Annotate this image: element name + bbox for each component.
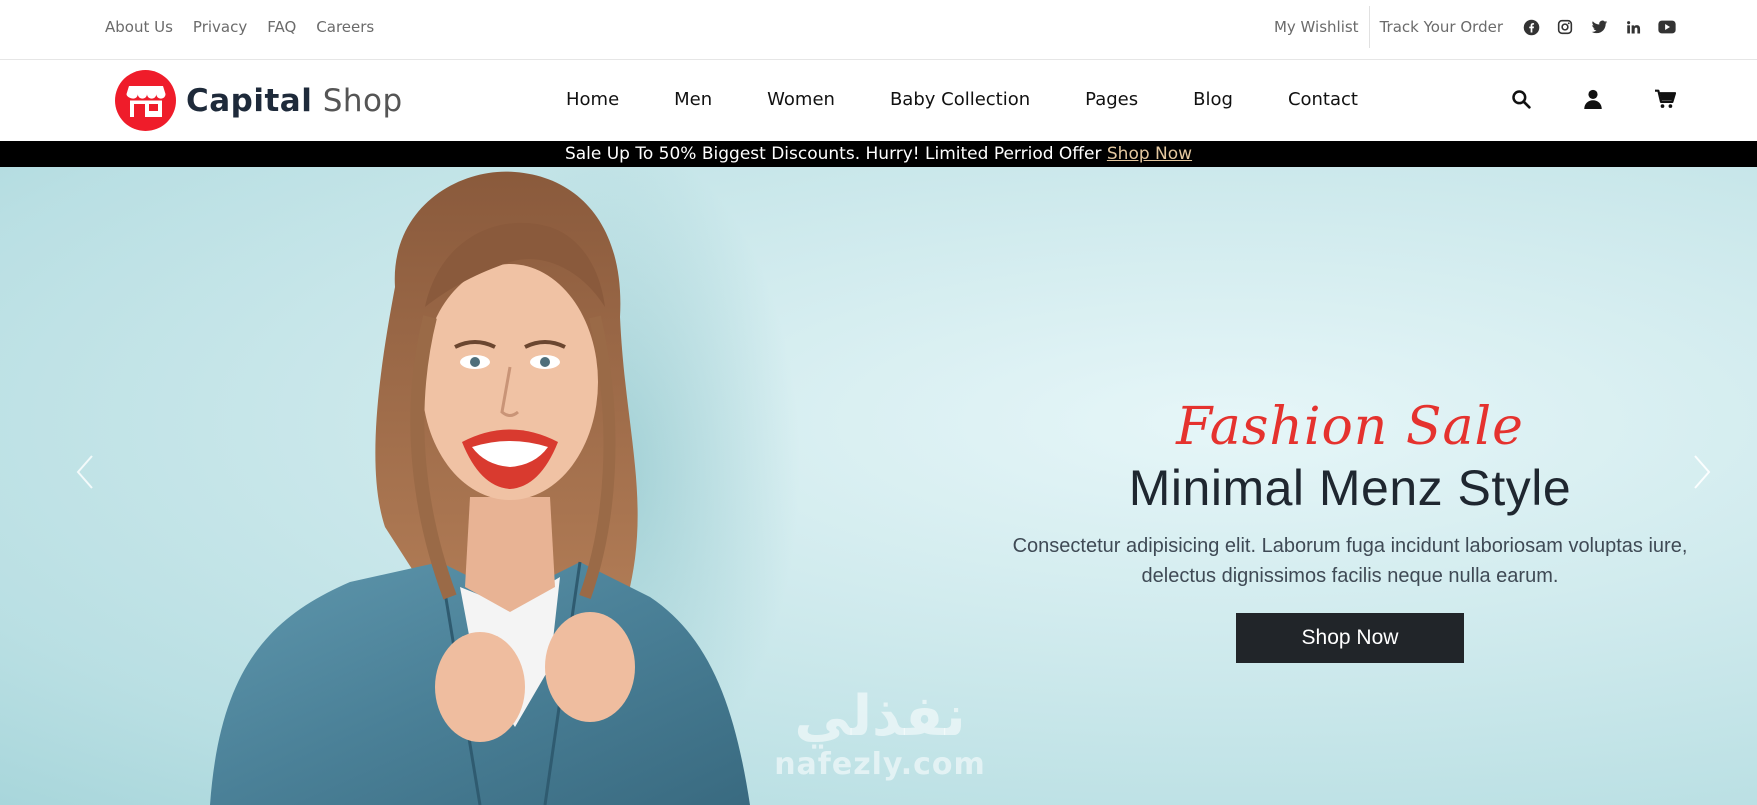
nav-baby-collection[interactable]: Baby Collection [890, 89, 1030, 110]
hero-description: Consectetur adipisicing elit. Laborum fu… [1012, 535, 1688, 587]
top-right: My Wishlist Track Your Order [1264, 6, 1677, 48]
watermark-arabic: نفذلي [794, 684, 966, 749]
nav-home[interactable]: Home [566, 89, 619, 110]
linkedin-icon[interactable] [1623, 17, 1643, 37]
watermark: نفذلي nafezly.com [770, 684, 990, 783]
faq-link[interactable]: FAQ [267, 18, 296, 36]
nav-pages[interactable]: Pages [1085, 89, 1138, 110]
facebook-icon[interactable] [1521, 17, 1541, 37]
youtube-icon[interactable] [1657, 17, 1677, 37]
nav-blog[interactable]: Blog [1193, 89, 1233, 110]
top-bar: About Us Privacy FAQ Careers My Wishlist… [0, 0, 1757, 60]
store-icon [115, 70, 176, 131]
hero-shop-now-button[interactable]: Shop Now [1236, 613, 1464, 663]
about-us-link[interactable]: About Us [105, 18, 173, 36]
privacy-link[interactable]: Privacy [193, 18, 247, 36]
wishlist-link[interactable]: My Wishlist [1264, 18, 1369, 36]
search-icon[interactable] [1509, 87, 1533, 111]
promo-text: Sale Up To 50% Biggest Discounts. Hurry!… [564, 144, 1102, 164]
watermark-english: nafezly.com [774, 747, 986, 782]
brand-bold: Capital [186, 82, 313, 119]
brand-light: Shop [322, 82, 403, 119]
model-photo [210, 167, 800, 805]
header-icons [1509, 87, 1677, 111]
site-logo[interactable]: Capital Shop [115, 70, 403, 131]
nav-women[interactable]: Women [767, 89, 835, 110]
social-links [1521, 17, 1677, 37]
main-header: Capital Shop Home Men Women Baby Collect… [0, 61, 1757, 141]
hero-script-title: Fashion Sale [1176, 397, 1524, 457]
user-icon[interactable] [1581, 87, 1605, 111]
track-order-link[interactable]: Track Your Order [1370, 18, 1513, 36]
promo-shop-now-link[interactable]: Shop Now [1107, 144, 1192, 164]
promo-banner: Sale Up To 50% Biggest Discounts. Hurry!… [0, 141, 1757, 167]
cart-icon[interactable] [1653, 87, 1677, 111]
nav-men[interactable]: Men [674, 89, 712, 110]
twitter-icon[interactable] [1589, 17, 1609, 37]
nav-contact[interactable]: Contact [1288, 89, 1358, 110]
prev-slide-arrow[interactable] [70, 452, 100, 492]
top-links: About Us Privacy FAQ Careers [105, 18, 374, 36]
hero-headline: Minimal Menz Style [1128, 460, 1572, 516]
main-nav: Home Men Women Baby Collection Pages Blo… [566, 89, 1358, 110]
hero-slider: Fashion Sale Minimal Menz Style Consecte… [0, 167, 1757, 805]
brand-name: Capital Shop [186, 83, 403, 119]
instagram-icon[interactable] [1555, 17, 1575, 37]
hero-copy: Fashion Sale Minimal Menz Style Consecte… [980, 397, 1720, 663]
careers-link[interactable]: Careers [316, 18, 374, 36]
